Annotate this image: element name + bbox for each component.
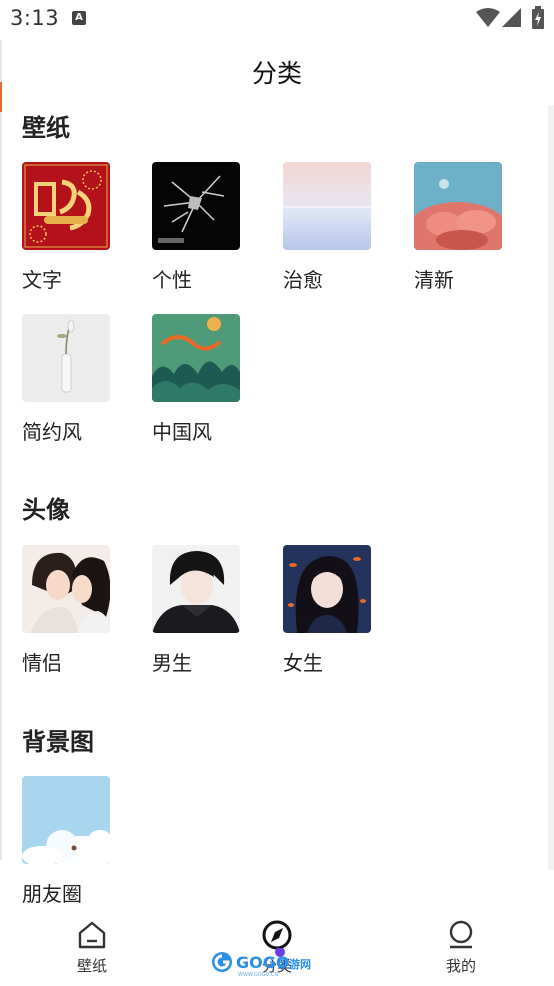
- nav-label: 壁纸: [76, 957, 107, 975]
- signal-icon: [502, 8, 521, 27]
- section-title-background: 背景图: [22, 728, 94, 756]
- thumbnail-pink-blossom: [414, 162, 502, 250]
- category-tile-text[interactable]: 文字: [22, 162, 132, 293]
- thumbnail-green-mountains: [152, 314, 240, 402]
- nav-label: 我的: [445, 957, 476, 975]
- category-tile-boy[interactable]: 男生: [152, 545, 262, 676]
- category-label: 朋友圈: [22, 882, 82, 906]
- scroll-track[interactable]: [548, 105, 554, 870]
- watermark-suffix: 手游网: [278, 957, 311, 971]
- category-tile-fresh[interactable]: 清新: [414, 162, 524, 293]
- category-tile-moments[interactable]: 朋友圈: [22, 776, 132, 907]
- nav-item-wallpaper[interactable]: 壁纸: [32, 905, 152, 976]
- wifi-icon: [476, 8, 500, 27]
- thumbnail-shattered-glass: [152, 162, 240, 250]
- section-title-avatar: 头像: [22, 496, 70, 524]
- category-tile-minimal[interactable]: 简约风: [22, 314, 132, 445]
- gogo-watermark: GOGO 手游网 WWW.GOGO.CN: [212, 948, 311, 978]
- battery-icon: [532, 6, 544, 29]
- thumbnail-couple-anime: [22, 545, 110, 633]
- section-title-wallpaper: 壁纸: [22, 114, 70, 142]
- left-edge-divider: [0, 40, 2, 860]
- category-label: 治愈: [283, 268, 323, 292]
- category-tile-girl[interactable]: 女生: [283, 545, 393, 676]
- category-label: 女生: [283, 651, 323, 675]
- thumbnail-clouds: [22, 776, 110, 864]
- category-label: 中国风: [152, 420, 212, 444]
- category-tile-couple[interactable]: 情侣: [22, 545, 132, 676]
- watermark-url: WWW.GOGO.CN: [238, 972, 278, 978]
- thumbnail-pastel-sky: [283, 162, 371, 250]
- category-screen: 3:13 A 分类 壁纸 文字 个性 治愈 清新 简约风 中国风 头像 情侣 男…: [0, 0, 554, 986]
- category-tile-chinese-style[interactable]: 中国风: [152, 314, 262, 445]
- thumbnail-girl-anime: [283, 545, 371, 633]
- category-label: 情侣: [22, 651, 62, 675]
- thumbnail-boy-anime: [152, 545, 240, 633]
- thumbnail-white-vase: [22, 314, 110, 402]
- category-tile-healing[interactable]: 治愈: [283, 162, 393, 293]
- category-label: 男生: [152, 651, 192, 675]
- nav-item-profile[interactable]: 我的: [401, 905, 521, 976]
- status-bar: 3:13 A: [0, 0, 554, 38]
- notification-icon: A: [72, 11, 86, 25]
- profile-icon: [449, 920, 473, 949]
- category-label: 文字: [22, 268, 62, 292]
- page-title: 分类: [251, 59, 302, 88]
- category-label: 清新: [414, 268, 454, 292]
- category-label: 简约风: [22, 420, 82, 444]
- category-tile-personality[interactable]: 个性: [152, 162, 262, 293]
- status-time: 3:13: [10, 6, 60, 30]
- compass-icon: [262, 920, 292, 950]
- thumbnail-red-calligraphy: [22, 162, 110, 250]
- category-label: 个性: [152, 268, 192, 292]
- home-icon: [78, 921, 106, 949]
